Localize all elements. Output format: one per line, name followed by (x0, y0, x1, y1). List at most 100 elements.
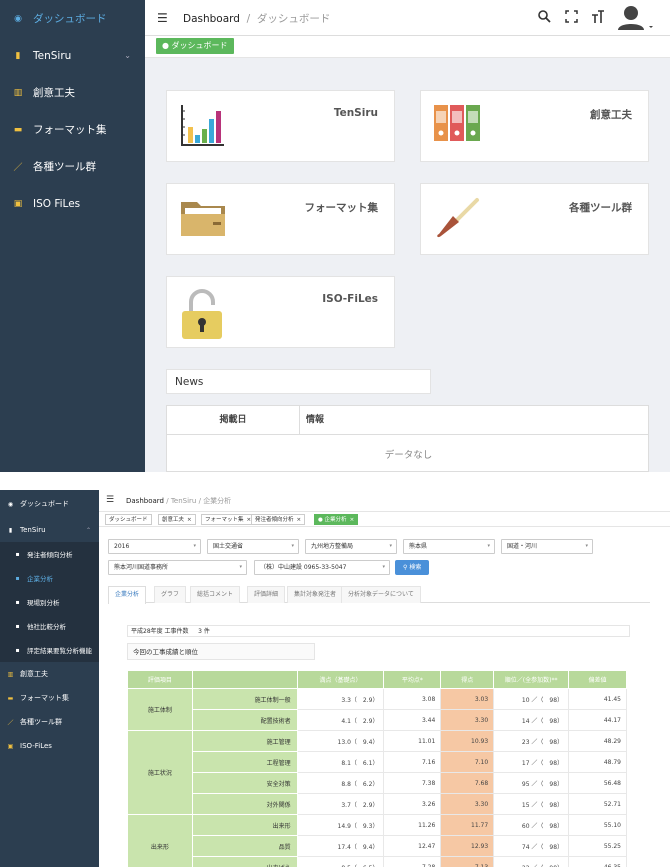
row-category: 出来形 (127, 814, 193, 867)
analysis-tab-2[interactable]: 総括コメント (190, 586, 241, 603)
tab-2[interactable]: フォーマット集 × (201, 514, 256, 525)
row-rank: 10 ／（ 98） (493, 688, 570, 710)
chevron-down-icon: ▾ (382, 564, 385, 570)
label: ダッシュボード (20, 500, 69, 508)
sidebar-item-5[interactable]: ▣ ISO FiLes (0, 185, 145, 222)
tab-dashboard-label: ダッシュボード (171, 41, 228, 50)
sidebar-item-創意工夫[interactable]: ▥ 創意工夫 (0, 662, 99, 686)
card-format[interactable]: フォーマット集 (166, 183, 395, 255)
row-rank: 74 ／（ 98） (493, 835, 570, 857)
row-deviation: 55.25 (568, 835, 627, 857)
row-deviation: 46.35 (568, 856, 627, 867)
card-tensiru[interactable]: TenSiru (166, 90, 395, 162)
breadcrumb-tensiru[interactable]: TenSiru (171, 497, 197, 505)
card-tools[interactable]: 各種ツール群 (420, 183, 649, 255)
table-row: 工程管理 8.1（ 6.1） 7.16 7.10 17 ／（ 98） 48.79 (128, 751, 627, 773)
score-table-body: 施工体制 施工体制一般 3.3（ 2.9） 3.08 3.03 10 ／（ 98） 41.4… (127, 688, 627, 867)
table-row: 施工状況 施工管理 13.0（ 9.4） 11.01 10.93 23 ／（ 98） 48.… (127, 730, 627, 815)
breadcrumb-home[interactable]: Dashboard (183, 13, 240, 25)
row-subcategory: 安全対策 (191, 772, 298, 794)
sidebar-item-各種ツール群[interactable]: ／ 各種ツール群 (0, 710, 99, 734)
sidebar-item-フォーマット集[interactable]: ▬ フォーマット集 (0, 686, 99, 710)
tab-label: 創意工夫 (162, 517, 185, 523)
search-button[interactable]: ⚲ 検索 (395, 560, 430, 575)
news-col-info: 情報 (300, 406, 648, 435)
tensiru-submenu: ▪ 発注者傾向分析 ▪ 企業分析 ▪ 現場別分析 ▪ 他社比較分析 ▪ 評定結果要覧分析機能 (0, 542, 99, 662)
submenu-item-2[interactable]: ▪ 現場別分析 (0, 590, 99, 614)
news-col-date: 掲載日 (167, 406, 300, 435)
table-row: 出来形 出来形 14.9（ 9.3） 11.26 11.77 60 ／（ 98） 55.10 (127, 814, 627, 867)
row-rank: 17 ／（ 98） (493, 751, 570, 773)
font-size-icon[interactable] (591, 10, 605, 26)
row-deviation: 48.79 (568, 751, 627, 773)
table-row: 対外関係 3.7（ 2.9） 3.26 3.30 15 ／（ 98） 52.71 (128, 793, 627, 815)
analysis-tab-0[interactable]: 企業分析 (108, 586, 147, 604)
close-icon[interactable]: × (297, 517, 302, 523)
table-row: 品質 17.4（ 9.4） 12.47 12.93 74 ／（ 98） 55.25 (128, 835, 627, 857)
tab-4[interactable]: ● 企業分析 × (314, 514, 359, 525)
breadcrumb-home[interactable]: Dashboard (126, 497, 164, 505)
submenu-item-3[interactable]: ▪ 他社比較分析 (0, 614, 99, 638)
breadcrumb-current: ダッシュボード (256, 13, 331, 25)
sidebar-item-0[interactable]: ◉ ダッシュボード (0, 0, 145, 37)
row-deviation: 56.48 (568, 772, 627, 794)
table-header-0: 評価項目 (127, 670, 193, 689)
sidebar-item-3[interactable]: ▬ フォーマット集 (0, 111, 145, 148)
close-icon[interactable]: × (187, 517, 192, 523)
office-value: 熊本河川国道事務所 (114, 564, 169, 571)
row-average: 3.26 (383, 793, 442, 815)
card-iso-files[interactable]: ISO-FiLes (166, 276, 395, 348)
analysis-tab-5[interactable]: 分析対象データについて (341, 586, 421, 603)
tab-label: 発注者傾向分析 (255, 517, 294, 523)
analysis-tab-3[interactable]: 評価詳細 (247, 586, 286, 603)
tab-1[interactable]: 創意工夫 × (158, 514, 196, 525)
company-select[interactable]: （株）中山建設 0965-33-5047 ▾ (254, 560, 390, 575)
row-average: 11.26 (383, 814, 442, 836)
ministry-select[interactable]: 国土交通省 ▾ (207, 539, 299, 554)
submenu-item-0[interactable]: ▪ 発注者傾向分析 (0, 542, 99, 566)
padlock-icon (182, 289, 222, 339)
folder-icon (181, 202, 225, 236)
submenu-item-1[interactable]: ▪ 企業分析 (0, 566, 99, 590)
row-score: 3.30 (440, 709, 495, 731)
submenu-item-4[interactable]: ▪ 評定結果要覧分析機能 (0, 638, 99, 662)
analysis-tab-1[interactable]: グラフ (154, 586, 187, 603)
tab-3[interactable]: 発注者傾向分析 × (251, 514, 306, 525)
menu-toggle-icon[interactable]: ☰ (106, 495, 114, 505)
row-rank: 15 ／（ 98） (493, 793, 570, 815)
row-average: 3.44 (383, 709, 442, 731)
close-icon[interactable]: × (350, 517, 355, 523)
field-select[interactable]: 国道・河川 ▾ (501, 539, 593, 554)
user-avatar-icon[interactable] (618, 4, 654, 36)
fullscreen-icon[interactable] (565, 10, 578, 26)
year-value: 2016 (114, 543, 130, 550)
sidebar-item-dashboard[interactable]: ◉ ダッシュボード (0, 492, 99, 516)
year-select[interactable]: 2016 ▾ (108, 539, 201, 554)
breadcrumb-separator: / (246, 13, 251, 25)
bureau-value: 九州地方整備局 (311, 543, 354, 550)
sidebar-item-4[interactable]: ／ 各種ツール群 (0, 148, 145, 185)
sidebar-item-ISO-FiLes[interactable]: ▣ ISO-FiLes (0, 734, 99, 758)
table-header-3: 平均点* (383, 670, 442, 689)
tab-dashboard[interactable]: ● ダッシュボード (156, 38, 234, 54)
card-soui-kufu[interactable]: 創意工夫 (420, 90, 649, 162)
row-subcategory: 施工管理 (191, 730, 298, 752)
analysis-tab-4[interactable]: 集計対象発注者 (287, 586, 344, 603)
tab-label: フォーマット集 (205, 517, 244, 523)
row-average: 7.16 (383, 751, 442, 773)
row-subcategory: 施工体制一般 (191, 688, 298, 710)
tab-label: ● 企業分析 (318, 517, 347, 523)
bureau-select[interactable]: 九州地方整備局 ▾ (305, 539, 397, 554)
search-icon[interactable] (538, 10, 551, 26)
tab-0[interactable]: ダッシュボード (105, 514, 152, 525)
prefecture-select[interactable]: 熊本県 ▾ (403, 539, 495, 554)
submenu-icon: ▪ (15, 622, 20, 630)
field-value: 国道・河川 (507, 543, 538, 550)
sidebar-item-2[interactable]: ▥ 創意工夫 (0, 74, 145, 111)
search-label: 検索 (409, 564, 422, 571)
menu-toggle-icon[interactable]: ☰ (157, 11, 168, 25)
office-select[interactable]: 熊本河川国道事務所 ▾ (108, 560, 247, 575)
sidebar-item-tensiru[interactable]: ▮ TenSiru ⌃ (0, 518, 99, 542)
sidebar-item-1[interactable]: ▮ TenSiru ⌄ (0, 37, 145, 74)
top-header: ☰ Dashboard / ダッシュボード (145, 0, 670, 36)
